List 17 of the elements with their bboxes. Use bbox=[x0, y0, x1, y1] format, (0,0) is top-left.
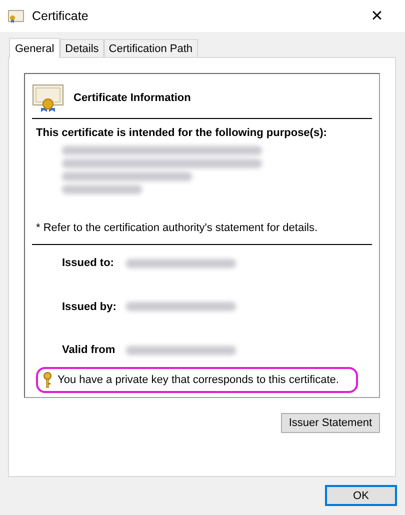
field-label: Issued by: bbox=[62, 300, 118, 314]
purpose-heading: This certificate is intended for the following purpose(s): bbox=[36, 126, 328, 141]
key-icon bbox=[43, 372, 52, 388]
field-label: Valid from bbox=[62, 343, 116, 358]
tab[interactable]: General bbox=[9, 38, 60, 58]
tab[interactable]: Certification Path bbox=[104, 39, 198, 57]
private-key-text: You have a private key that corresponds to this certificate. bbox=[58, 372, 339, 388]
close-button[interactable]: × bbox=[357, 0, 397, 32]
info-title: Certificate Information bbox=[74, 90, 191, 106]
note-text: * Refer to the certification authority's statement for details. bbox=[36, 220, 319, 236]
window-title: Certificate bbox=[32, 8, 90, 25]
tab[interactable]: Details bbox=[60, 39, 104, 57]
certificate-icon bbox=[32, 84, 64, 112]
issuer-statement-button[interactable]: Issuer Statement bbox=[280, 413, 380, 433]
ok-button[interactable]: OK bbox=[325, 485, 397, 506]
field-label: Issued to: bbox=[62, 256, 115, 271]
certificate-icon bbox=[8, 9, 24, 23]
